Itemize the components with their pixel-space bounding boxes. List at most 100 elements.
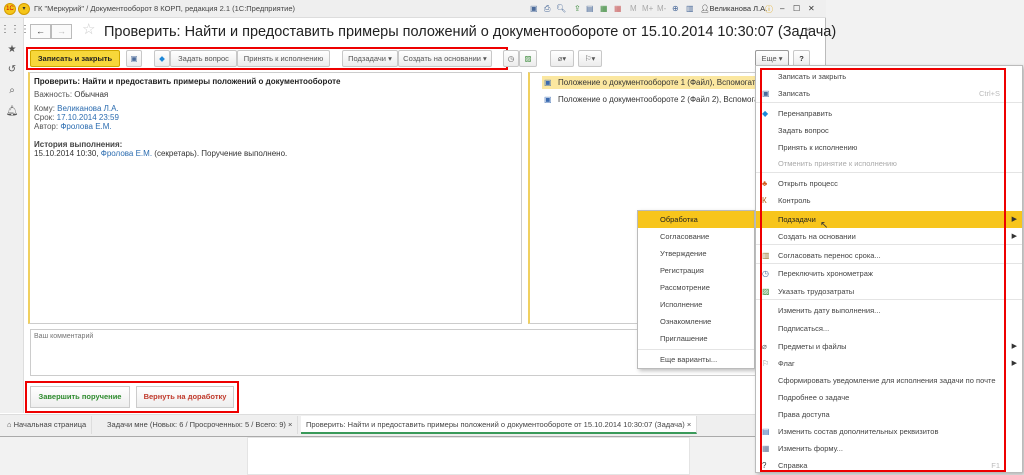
upload-icon[interactable]: ⇪	[574, 4, 581, 13]
favorite-star-icon[interactable]: ☆	[82, 20, 95, 38]
info-icon[interactable]: ⓘ	[765, 4, 773, 15]
scan-icon[interactable]: ▤	[586, 4, 594, 13]
menu-item-label: Права доступа	[778, 410, 830, 419]
more-menu-item[interactable]: ▤ Изменить состав дополнительных реквизит…	[756, 423, 1022, 440]
print-icon[interactable]: ⎙	[544, 4, 550, 14]
more-menu-item[interactable]: Подписаться...	[756, 320, 1022, 337]
complete-task-button[interactable]: Завершить поручение	[30, 386, 130, 408]
table-icon[interactable]: ▦	[600, 4, 608, 13]
more-menu-item[interactable]: Отменить принятие к исполнению	[756, 155, 1022, 172]
more-menu-item[interactable]: ? Справка F1	[756, 457, 1022, 474]
create-based-button[interactable]: Создать на основании ▾	[398, 50, 492, 67]
labor-icon: ▨	[762, 287, 770, 296]
forward-task-button[interactable]: ◆	[154, 50, 170, 67]
more-menu-item[interactable]: Сформировать уведомление для исполнения …	[756, 372, 1022, 389]
bell-icon[interactable]: 🔔︎	[0, 106, 24, 117]
menu-item-label: Справка	[778, 461, 808, 470]
subtask-menu-item[interactable]: Рассмотрение	[638, 279, 754, 296]
flag-button[interactable]: ⚐▾	[578, 50, 602, 67]
form-icon: ▦	[762, 444, 770, 453]
favorites-icon[interactable]: ★	[0, 44, 24, 55]
history-date: 15.10.2014 10:30,	[34, 149, 99, 158]
app-title: ГК "Меркурий" / Документооборот 8 КОРП, …	[34, 4, 296, 13]
subtask-menu-item[interactable]: Еще варианты...	[638, 351, 754, 368]
author-link[interactable]: Фролова Е.М.	[60, 122, 111, 131]
more-menu-item[interactable]: ⌀ Предметы и файлы ▶	[756, 338, 1022, 355]
more-menu-item[interactable]: Подзадачи ▶	[756, 211, 1022, 228]
more-menu-item[interactable]: ◷ Переключить хронометраж	[756, 265, 1022, 282]
subtasks-button[interactable]: Подзадачи ▾	[342, 50, 398, 67]
submenu-arrow-icon: ▶	[1011, 233, 1017, 240]
menu-item-label: Переключить хронометраж	[778, 269, 873, 278]
tab-my-tasks[interactable]: Задачи мне (Новых: 6 / Просроченных: 5 /…	[102, 416, 299, 434]
back-button[interactable]: ←	[30, 24, 51, 39]
save-button[interactable]: ▣	[126, 50, 142, 67]
due-link[interactable]: 17.10.2014 23:59	[57, 113, 119, 122]
search-icon[interactable]: ⌕	[0, 85, 24, 96]
minimize-button[interactable]: –	[780, 4, 784, 13]
tab-home[interactable]: ⌂ Начальная страница	[2, 416, 93, 434]
forward-button[interactable]: →	[51, 24, 72, 39]
importance-value: Обычная	[74, 90, 109, 99]
more-menu-item[interactable]: ◆ Перенаправить	[756, 105, 1022, 122]
save-icon[interactable]: ▣	[530, 4, 538, 13]
memory-m-button[interactable]: M	[630, 4, 637, 13]
create-based-label: Создать на основании	[403, 54, 481, 63]
subtask-menu-item[interactable]: Исполнение	[638, 296, 754, 313]
memory-minus-button[interactable]: M-	[657, 4, 666, 13]
more-menu-item[interactable]: Создать на основании ▶	[756, 228, 1022, 245]
more-menu-item[interactable]: ♣ Открыть процесс	[756, 175, 1022, 192]
all-sections-icon[interactable]: ⋮⋮⋮	[0, 24, 30, 35]
subtask-menu-item[interactable]: Утверждение	[638, 245, 754, 262]
more-menu-item[interactable]: ▣ Записать Ctrl+S	[756, 85, 1022, 102]
more-menu-item[interactable]: ⚐ Флаг ▶	[756, 355, 1022, 372]
subtask-menu-item[interactable]: Согласование	[638, 228, 754, 245]
close-form-button[interactable]: ×	[805, 25, 811, 36]
more-menu-item[interactable]: Принять к исполнению	[756, 139, 1022, 156]
close-tab-icon[interactable]: ×	[687, 420, 691, 429]
more-menu-item[interactable]: К Контроль	[756, 192, 1022, 209]
more-menu-item[interactable]: Изменить дату выполнения...	[756, 302, 1022, 319]
menu-item-label: Указать трудозатраты	[778, 287, 855, 296]
menu-item-label: Подписаться...	[778, 324, 830, 333]
more-menu-item[interactable]: ▦ Изменить форму...	[756, 440, 1022, 457]
paperclip-button[interactable]: ⌀▾	[550, 50, 574, 67]
subtask-menu-item[interactable]: Регистрация	[638, 262, 754, 279]
save-close-button[interactable]: Записать и закрыть	[30, 50, 120, 67]
more-menu-item[interactable]: Записать и закрыть	[756, 68, 1022, 85]
history-person-link[interactable]: Фролова Е.М.	[101, 149, 152, 158]
more-menu-item[interactable]: Права доступа	[756, 406, 1022, 423]
attributes-icon: ▤	[762, 427, 770, 436]
memory-plus-button[interactable]: M+	[642, 4, 653, 13]
more-menu-item[interactable]: ▨ Указать трудозатраты	[756, 283, 1022, 300]
history-icon[interactable]: ↺	[0, 64, 24, 75]
clock-icon[interactable]: ◷	[503, 50, 519, 67]
current-user[interactable]: 👤︎Великанова Л.А.	[700, 4, 767, 13]
ask-question-button[interactable]: Задать вопрос	[170, 50, 237, 67]
maximize-button[interactable]: ☐	[793, 4, 800, 13]
save-icon: ▣	[762, 89, 770, 98]
menu-item-label: Принять к исполнению	[778, 143, 858, 152]
preview-icon[interactable]: 🔍︎	[556, 4, 566, 13]
more-menu-item[interactable]: Задать вопрос	[756, 122, 1022, 139]
panels-icon[interactable]: ▥	[686, 4, 694, 13]
close-window-button[interactable]: ✕	[808, 4, 815, 13]
submenu-arrow-icon: ▶	[1011, 343, 1017, 350]
main-menu-icon[interactable]: ▾	[18, 3, 30, 15]
menu-item-label: Создать на основании	[778, 232, 856, 241]
close-tab-icon[interactable]: ×	[288, 420, 292, 429]
more-menu-item[interactable]: ▥ Согласовать перенос срока...	[756, 247, 1022, 264]
labor-icon[interactable]: ▨	[519, 50, 537, 67]
return-task-button[interactable]: Вернуть на доработку	[136, 386, 234, 408]
more-menu-item[interactable]: Подробнее о задаче	[756, 389, 1022, 406]
tab-current-task[interactable]: Проверить: Найти и предоставить примеры …	[301, 416, 698, 434]
zoom-icon[interactable]: ⊕	[672, 4, 679, 13]
calendar-icon[interactable]: ▦	[614, 4, 622, 13]
subtask-menu-item[interactable]: Ознакомление	[638, 313, 754, 330]
subtask-menu-item[interactable]: Приглашение	[638, 330, 754, 347]
tab-label: Начальная страница	[13, 420, 87, 429]
menu-item-label: Подзадачи	[778, 215, 816, 224]
subtask-menu-item[interactable]: Обработка	[638, 211, 754, 228]
accept-button[interactable]: Принять к исполнению	[237, 50, 330, 67]
to-link[interactable]: Великанова Л.А.	[57, 104, 119, 113]
